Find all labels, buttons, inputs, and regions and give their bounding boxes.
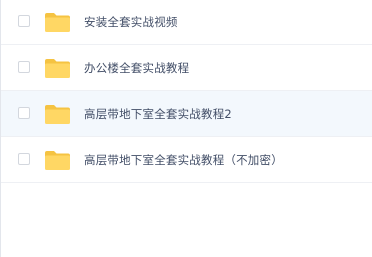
folder-icon — [44, 58, 71, 79]
folder-icon — [44, 150, 71, 171]
file-name[interactable]: 高层带地下室全套实战教程2 — [84, 106, 232, 122]
row-checkbox[interactable] — [18, 15, 30, 27]
row-checkbox[interactable] — [18, 152, 30, 165]
file-name[interactable]: 高层带地下室全套实战教程（不加密） — [84, 152, 283, 168]
file-row[interactable]: 高层带地下室全套实战教程2 — [1, 91, 372, 137]
file-row[interactable]: 办公楼全套实战教程 — [1, 45, 372, 91]
row-checkbox[interactable] — [18, 106, 30, 119]
folder-icon — [44, 12, 71, 33]
folder-icon — [44, 104, 71, 125]
file-list: 安装全套实战视频 办公楼全套实战教程 高层带地下室全套实战教程2 高层带地下室全… — [0, 0, 372, 257]
file-name[interactable]: 办公楼全套实战教程 — [84, 60, 189, 76]
file-name[interactable]: 安装全套实战视频 — [84, 14, 178, 30]
file-row[interactable]: 安装全套实战视频 — [1, 0, 372, 45]
file-row[interactable]: 高层带地下室全套实战教程（不加密） — [1, 137, 372, 183]
row-checkbox[interactable] — [18, 60, 30, 73]
